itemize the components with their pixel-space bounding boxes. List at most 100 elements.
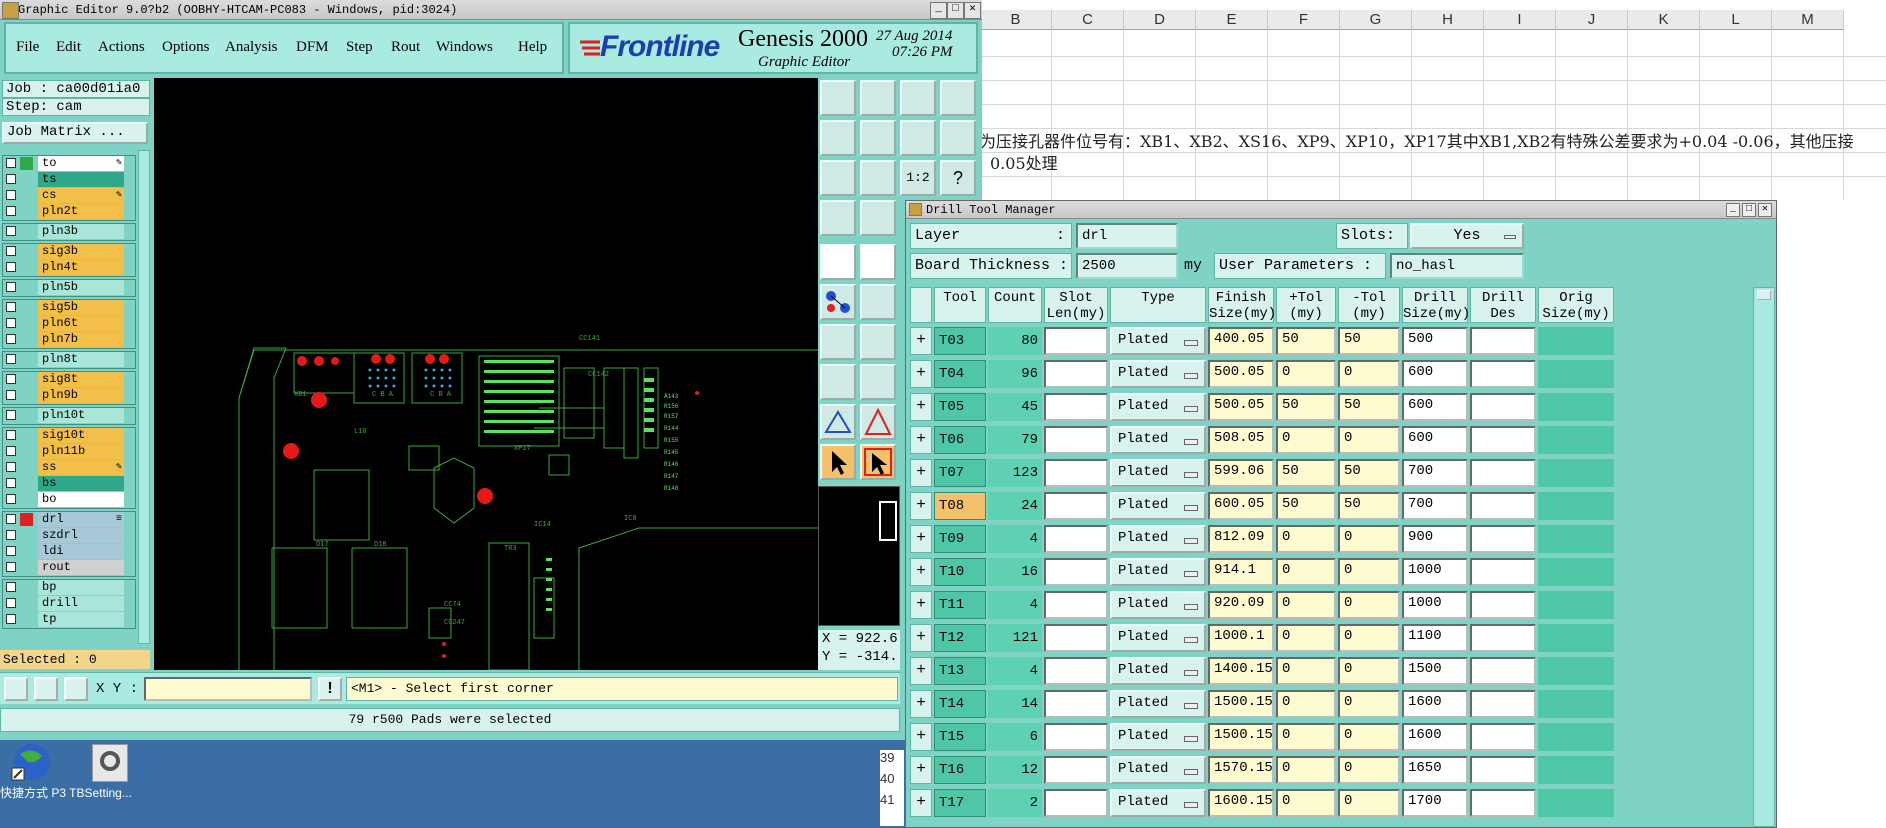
scale-1-2-button[interactable]: 1:2 [900, 160, 936, 196]
board-thickness-input[interactable]: 2500 [1076, 253, 1178, 279]
layer-row[interactable]: rout [4, 560, 124, 575]
layer-row[interactable]: pln5b [4, 280, 124, 295]
drill-des-input[interactable] [1470, 327, 1536, 355]
col-header[interactable]: Tool [934, 287, 986, 323]
layer-name[interactable]: drill [38, 596, 124, 611]
layer-name[interactable]: pln2t [38, 204, 124, 219]
layer-color-swatch[interactable] [20, 613, 33, 626]
layer-row[interactable]: drill [4, 596, 124, 611]
expand-row-icon[interactable]: + [910, 657, 932, 685]
plus-tol-input[interactable]: 50 [1276, 327, 1336, 355]
home-tool-icon[interactable] [900, 80, 936, 116]
minus-tol-input[interactable]: 0 [1338, 756, 1400, 784]
layer-color-swatch[interactable] [20, 173, 33, 186]
layer-color-swatch[interactable] [20, 225, 33, 238]
zoom-fit-icon[interactable] [820, 160, 856, 196]
window-tool-icon[interactable] [940, 80, 976, 116]
triangle-icon[interactable] [820, 404, 856, 440]
layer-name[interactable]: sig10t [38, 428, 124, 443]
minus-tol-input[interactable]: 0 [1338, 591, 1400, 619]
layer-color-swatch[interactable] [20, 333, 33, 346]
type-dropdown[interactable]: Plated [1110, 723, 1206, 751]
draw-line-icon[interactable] [820, 324, 856, 360]
layer-row[interactable]: pln10t [4, 408, 124, 423]
expand-row-icon[interactable]: + [910, 327, 932, 355]
type-dropdown[interactable]: Plated [1110, 525, 1206, 553]
layer-checkbox[interactable] [6, 354, 16, 364]
slot-len-input[interactable] [1044, 723, 1108, 751]
tool-cell[interactable]: T04 [934, 360, 986, 388]
minus-tol-input[interactable]: 50 [1338, 492, 1400, 520]
drill-des-input[interactable] [1470, 360, 1536, 388]
pad-select-icon[interactable] [820, 364, 856, 400]
plus-tol-input[interactable]: 0 [1276, 723, 1336, 751]
layer-row[interactable]: ss ✎ [4, 460, 124, 475]
menu-windows[interactable]: Windows [436, 39, 493, 56]
layer-color-swatch[interactable] [20, 445, 33, 458]
drill-size-input[interactable]: 600 [1402, 426, 1468, 454]
dtm-maximize-button[interactable]: □ [1742, 203, 1756, 217]
menu-analysis[interactable]: Analysis [225, 39, 278, 56]
layer-name[interactable]: pln5b [38, 280, 124, 295]
layer-name[interactable]: pln8t [38, 352, 124, 367]
layer-name[interactable]: to ✎ [38, 156, 124, 171]
type-dropdown[interactable]: Plated [1110, 756, 1206, 784]
drill-size-input[interactable]: 1000 [1402, 558, 1468, 586]
layer-row[interactable]: sig8t [4, 372, 124, 387]
layer-color-swatch[interactable] [20, 597, 33, 610]
layer-color-swatch[interactable] [20, 281, 33, 294]
layer-color-swatch[interactable] [20, 461, 33, 474]
drill-size-input[interactable]: 700 [1402, 459, 1468, 487]
layer-name[interactable]: pln9b [38, 388, 124, 403]
layer-row[interactable]: bs [4, 476, 124, 491]
layer-color-swatch[interactable] [20, 429, 33, 442]
type-dropdown[interactable]: Plated [1110, 360, 1206, 388]
drill-size-input[interactable]: 500 [1402, 327, 1468, 355]
layer-name[interactable]: sig3b [38, 244, 124, 259]
slot-len-input[interactable] [1044, 459, 1108, 487]
layer-checkbox[interactable] [6, 246, 16, 256]
drill-des-input[interactable] [1470, 690, 1536, 718]
grid-mode-icon[interactable] [64, 677, 88, 701]
slot-len-input[interactable] [1044, 327, 1108, 355]
layer-color-swatch[interactable] [20, 513, 33, 526]
layer-checkbox[interactable] [6, 614, 16, 624]
minus-tol-input[interactable]: 50 [1338, 393, 1400, 421]
layer-row[interactable]: pln8t [4, 352, 124, 367]
layer-checkbox[interactable] [6, 530, 16, 540]
sheet-col-header[interactable]: H [1412, 10, 1484, 30]
finish-size-input[interactable]: 599.06 [1208, 459, 1274, 487]
type-dropdown[interactable]: Plated [1110, 492, 1206, 520]
slot-len-input[interactable] [1044, 756, 1108, 784]
layer-row[interactable]: pln3b [4, 224, 124, 239]
measure-icon[interactable] [820, 200, 856, 236]
drill-size-input[interactable]: 1100 [1402, 624, 1468, 652]
slot-len-input[interactable] [1044, 525, 1108, 553]
layer-checkbox[interactable] [6, 582, 16, 592]
minus-tol-input[interactable]: 50 [1338, 327, 1400, 355]
layer-row[interactable]: bp [4, 580, 124, 595]
col-header[interactable]: Count [988, 287, 1042, 323]
select-box-icon[interactable] [860, 444, 896, 480]
layer-name[interactable]: bs [38, 476, 124, 491]
layer-color-swatch[interactable] [20, 261, 33, 274]
type-dropdown[interactable]: Plated [1110, 624, 1206, 652]
layer-color-swatch[interactable] [20, 581, 33, 594]
xy-input[interactable] [144, 677, 312, 701]
plus-tol-input[interactable]: 0 [1276, 591, 1336, 619]
layer-row[interactable]: pln7b [4, 332, 124, 347]
layer-color-swatch[interactable] [20, 301, 33, 314]
layer-name[interactable]: pln7b [38, 332, 124, 347]
plus-tol-input[interactable]: 50 [1276, 492, 1336, 520]
drill-des-input[interactable] [1470, 624, 1536, 652]
zoom-icon[interactable] [860, 160, 896, 196]
layer-checkbox[interactable] [6, 562, 16, 572]
drill-des-input[interactable] [1470, 591, 1536, 619]
plus-tol-input[interactable]: 0 [1276, 756, 1336, 784]
layer-checkbox[interactable] [6, 514, 16, 524]
layer-checkbox[interactable] [6, 374, 16, 384]
layer-checkbox[interactable] [6, 206, 16, 216]
layer-checkbox[interactable] [6, 390, 16, 400]
layer-checkbox[interactable] [6, 334, 16, 344]
slot-len-input[interactable] [1044, 789, 1108, 817]
